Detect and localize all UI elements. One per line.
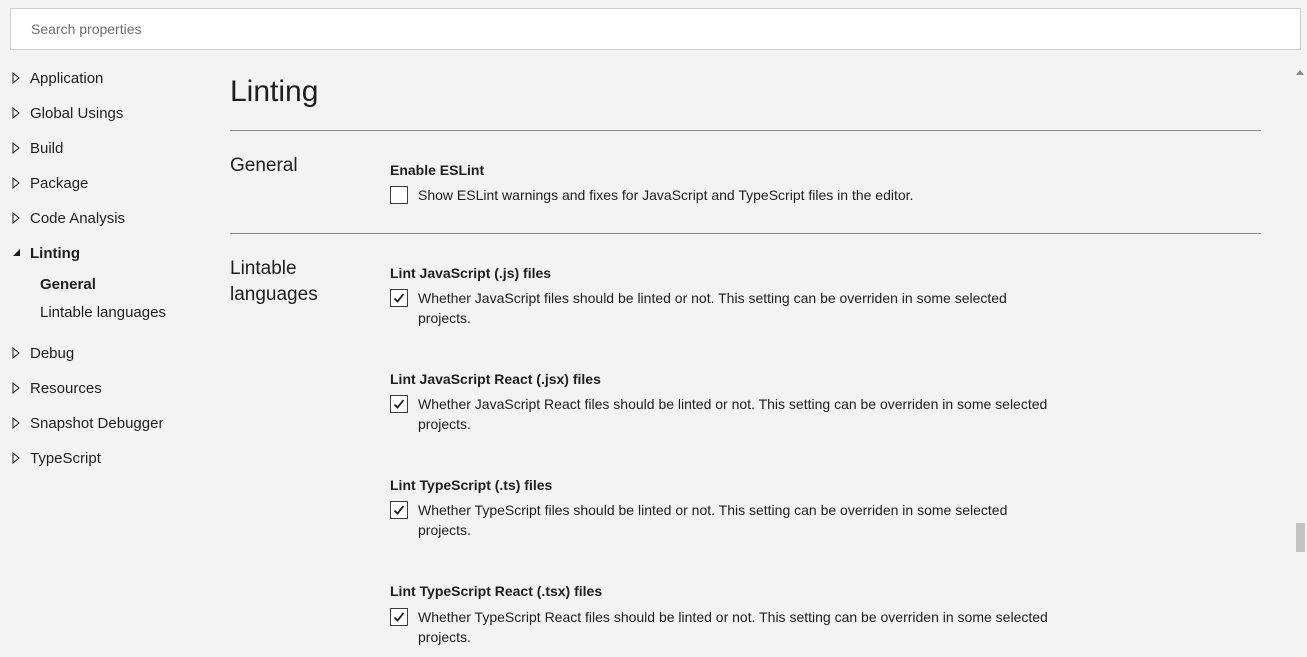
- nav-subitem-label: Lintable languages: [40, 303, 166, 321]
- scroll-up-arrow-icon[interactable]: [1295, 64, 1305, 75]
- expand-triangle-icon: [0, 212, 30, 224]
- setting-description: Whether JavaScript files should be linte…: [418, 290, 1007, 326]
- collapse-triangle-icon: [0, 247, 30, 259]
- nav-item-label: Code Analysis: [30, 209, 126, 227]
- nav-item-resources[interactable]: Resources: [0, 376, 102, 400]
- expand-triangle-icon: [0, 452, 30, 464]
- setting-row-lint-jsx: Whether JavaScript React files should be…: [390, 394, 1058, 434]
- setting-title-lint-js: Lint JavaScript (.js) files: [390, 265, 552, 281]
- setting-row-enable-eslint: Show ESLint warnings and fixes for JavaS…: [390, 185, 1238, 205]
- nav-item-application[interactable]: Application: [0, 66, 103, 90]
- nav-item-linting[interactable]: Linting: [0, 241, 80, 265]
- checkmark-icon: [393, 293, 405, 303]
- lint-js-checkbox[interactable]: [390, 289, 408, 307]
- section-divider: [230, 233, 1261, 234]
- search-box[interactable]: [10, 8, 1301, 50]
- expand-triangle-icon: [0, 142, 30, 154]
- nav-item-package[interactable]: Package: [0, 171, 88, 195]
- expand-triangle-icon: [0, 72, 30, 84]
- expand-triangle-icon: [0, 347, 30, 359]
- nav-item-label: Global Usings: [30, 104, 124, 122]
- nav-item-label: Linting: [30, 244, 80, 262]
- nav-item-label: Package: [30, 174, 89, 192]
- nav-item-label: Snapshot Debugger: [30, 414, 164, 432]
- lint-ts-checkbox[interactable]: [390, 501, 408, 519]
- nav-item-label: Build: [30, 139, 64, 157]
- setting-description: Whether TypeScript React files should be…: [418, 609, 1048, 645]
- nav-item-label: Debug: [30, 344, 75, 362]
- nav-item-label: Resources: [30, 379, 102, 397]
- setting-title-lint-jsx: Lint JavaScript React (.jsx) files: [390, 371, 601, 387]
- nav-item-code-analysis[interactable]: Code Analysis: [0, 206, 125, 230]
- checkmark-icon: [393, 612, 405, 622]
- setting-title-enable-eslint: Enable ESLint: [390, 162, 485, 178]
- setting-row-lint-js: Whether JavaScript files should be linte…: [390, 288, 1058, 328]
- expand-triangle-icon: [0, 107, 30, 119]
- checkmark-icon: [393, 399, 405, 409]
- nav-item-label: Application: [30, 69, 104, 87]
- nav-item-label: TypeScript: [30, 449, 101, 467]
- nav-subitem-lintable-languages[interactable]: Lintable languages: [40, 301, 166, 323]
- checkmark-icon: [393, 505, 405, 515]
- setting-title-lint-tsx: Lint TypeScript React (.tsx) files: [390, 583, 603, 599]
- section-title-lintable-languages: Lintable languages: [230, 258, 318, 305]
- lint-jsx-checkbox[interactable]: [390, 395, 408, 413]
- setting-description: Show ESLint warnings and fixes for JavaS…: [418, 187, 914, 203]
- nav-item-build[interactable]: Build: [0, 136, 63, 160]
- setting-row-lint-ts: Whether TypeScript files should be linte…: [390, 500, 1058, 540]
- section-divider: [230, 130, 1261, 131]
- nav-item-global-usings[interactable]: Global Usings: [0, 101, 123, 125]
- setting-title-lint-ts: Lint TypeScript (.ts) files: [390, 477, 553, 493]
- search-input[interactable]: [29, 20, 1300, 38]
- nav-item-snapshot-debugger[interactable]: Snapshot Debugger: [0, 411, 163, 435]
- expand-triangle-icon: [0, 177, 30, 189]
- setting-description: Whether TypeScript files should be linte…: [418, 502, 1008, 538]
- nav-item-debug[interactable]: Debug: [0, 341, 74, 365]
- expand-triangle-icon: [0, 417, 30, 429]
- setting-description: Whether JavaScript React files should be…: [418, 396, 1048, 432]
- section-title-general: General: [230, 155, 298, 176]
- nav-item-typescript[interactable]: TypeScript: [0, 446, 101, 470]
- nav-subitem-label: General: [40, 275, 96, 293]
- nav-subitem-general[interactable]: General: [40, 273, 96, 295]
- enable-eslint-checkbox[interactable]: [390, 186, 408, 204]
- lint-tsx-checkbox[interactable]: [390, 608, 408, 626]
- page-title: Linting: [230, 75, 319, 108]
- setting-row-lint-tsx: Whether TypeScript React files should be…: [390, 607, 1058, 647]
- expand-triangle-icon: [0, 382, 30, 394]
- scrollbar-thumb[interactable]: [1296, 523, 1305, 552]
